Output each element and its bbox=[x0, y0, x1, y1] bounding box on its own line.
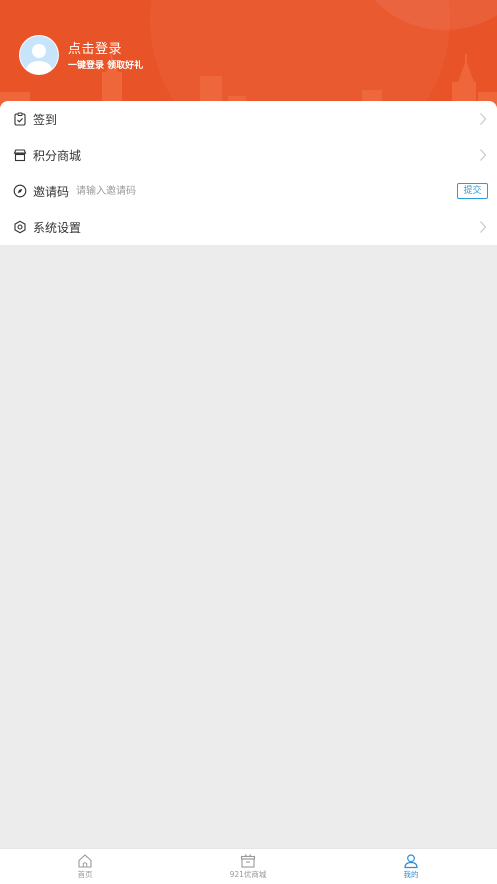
menu-item-label: 邀请码 bbox=[33, 185, 70, 199]
shop-icon bbox=[13, 149, 27, 162]
tab-label: 我的 bbox=[403, 870, 419, 879]
tab-mine[interactable]: 我的 bbox=[371, 849, 451, 884]
login-subtitle[interactable]: 一键登录 领取好礼 bbox=[68, 58, 143, 71]
bottom-tab-bar: 首页 921优商城 我的 bbox=[0, 848, 497, 884]
chevron-right-icon bbox=[480, 113, 487, 125]
chevron-right-icon bbox=[480, 149, 487, 161]
gift-box-icon bbox=[240, 854, 256, 868]
compass-icon bbox=[13, 184, 27, 198]
menu-item-invite-code: 邀请码 提交 bbox=[0, 173, 497, 209]
tab-label: 首页 bbox=[77, 870, 93, 879]
home-icon bbox=[78, 854, 92, 868]
menu-item-points-mall[interactable]: 积分商城 bbox=[0, 137, 497, 173]
menu-item-label: 签到 bbox=[33, 113, 58, 127]
chevron-right-icon bbox=[480, 221, 487, 233]
menu-item-label: 积分商城 bbox=[33, 149, 82, 163]
menu-item-sign-in[interactable]: 签到 bbox=[0, 101, 497, 137]
user-icon bbox=[404, 854, 418, 869]
tab-home[interactable]: 首页 bbox=[45, 849, 125, 884]
tab-label: 921优商城 bbox=[229, 870, 267, 879]
login-title[interactable]: 点击登录 bbox=[68, 38, 122, 57]
menu-item-settings[interactable]: 系统设置 bbox=[0, 209, 497, 245]
clipboard-check-icon bbox=[14, 112, 26, 126]
default-avatar-icon bbox=[26, 44, 52, 74]
invite-code-input[interactable] bbox=[76, 182, 276, 200]
avatar[interactable] bbox=[19, 35, 59, 75]
tab-mall[interactable]: 921优商城 bbox=[208, 849, 288, 884]
menu-item-label: 系统设置 bbox=[33, 221, 82, 235]
submit-invite-button[interactable]: 提交 bbox=[457, 183, 488, 199]
menu-card: 签到 积分商城 邀请码 提交 系统设置 bbox=[0, 101, 497, 245]
hexagon-gear-icon bbox=[14, 220, 26, 234]
